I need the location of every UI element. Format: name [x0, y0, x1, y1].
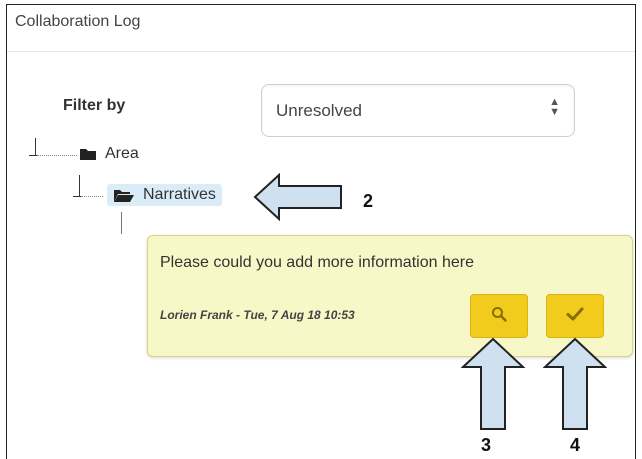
annotation-arrow-up [461, 337, 525, 430]
view-comment-button[interactable] [470, 294, 528, 338]
tree-connector [81, 196, 103, 197]
annotation-arrow-left [253, 173, 342, 221]
tree-node-area[interactable]: Area [79, 145, 139, 163]
collaboration-log-panel: Collaboration Log Filter by Unresolved ▲… [6, 4, 636, 459]
select-arrows-icon: ▲ ▼ [549, 96, 560, 118]
resolve-comment-button[interactable] [546, 294, 604, 338]
tree-connector [35, 138, 36, 156]
tree-node-narratives[interactable]: Narratives [107, 184, 222, 206]
folder-open-icon [113, 188, 135, 203]
folder-closed-icon [79, 147, 97, 161]
tree-connector [29, 155, 37, 156]
filter-label: Filter by [63, 97, 126, 114]
annotation-number-2: 2 [363, 191, 374, 211]
panel-title: Collaboration Log [15, 13, 141, 30]
filter-select-value: Unresolved [276, 101, 362, 120]
comment-author: Lorien Frank - Tue, 7 Aug 18 10:53 [160, 308, 355, 322]
comment-text: Please could you add more information he… [160, 254, 474, 271]
tree-node-label: Narratives [143, 186, 216, 203]
annotation-number-3: 3 [481, 435, 492, 455]
checkmark-icon [566, 306, 584, 327]
title-divider [7, 51, 635, 52]
filter-select[interactable]: Unresolved ▲ ▼ [261, 84, 575, 137]
annotation-number-4: 4 [570, 435, 581, 455]
tree-connector [121, 212, 122, 234]
annotation-arrow-up [543, 337, 607, 430]
tree-connector [37, 155, 77, 156]
tree-connector [79, 175, 80, 197]
tree-connector [73, 196, 81, 197]
tree-node-label: Area [105, 145, 139, 162]
search-icon [491, 306, 507, 327]
